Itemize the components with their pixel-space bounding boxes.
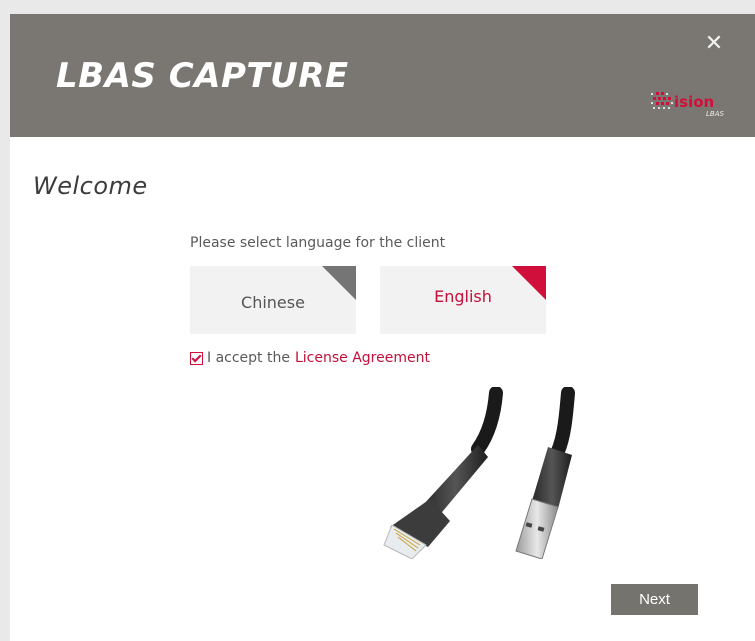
logo-text: ision xyxy=(674,93,715,111)
installer-window: LBAS CAPTURE ✕ ision LBAS Welcome Please… xyxy=(10,14,755,641)
logo-subtext: LBAS xyxy=(706,110,724,118)
next-button[interactable]: Next xyxy=(611,584,698,615)
logo-dots-icon xyxy=(651,92,673,109)
license-row: I accept the License Agreement xyxy=(190,350,430,366)
language-option-label: English xyxy=(434,287,492,306)
page-title: Welcome xyxy=(33,172,148,200)
close-button[interactable]: ✕ xyxy=(700,30,728,58)
window-header: LBAS CAPTURE ✕ ision LBAS xyxy=(10,14,755,137)
selected-corner-marker xyxy=(512,266,546,300)
language-option-label: Chinese xyxy=(241,293,305,312)
app-title: LBAS CAPTURE xyxy=(56,56,349,96)
language-option-english[interactable]: English xyxy=(380,266,546,334)
vision-lbas-logo: ision LBAS xyxy=(650,90,730,120)
language-option-chinese[interactable]: Chinese xyxy=(190,266,356,334)
license-agreement-link[interactable]: License Agreement xyxy=(295,350,430,366)
language-prompt: Please select language for the client xyxy=(190,235,446,251)
corner-marker xyxy=(322,266,356,300)
license-checkbox[interactable] xyxy=(190,351,203,365)
network-cable-illustration xyxy=(383,387,575,559)
license-label: I accept the xyxy=(207,350,290,366)
